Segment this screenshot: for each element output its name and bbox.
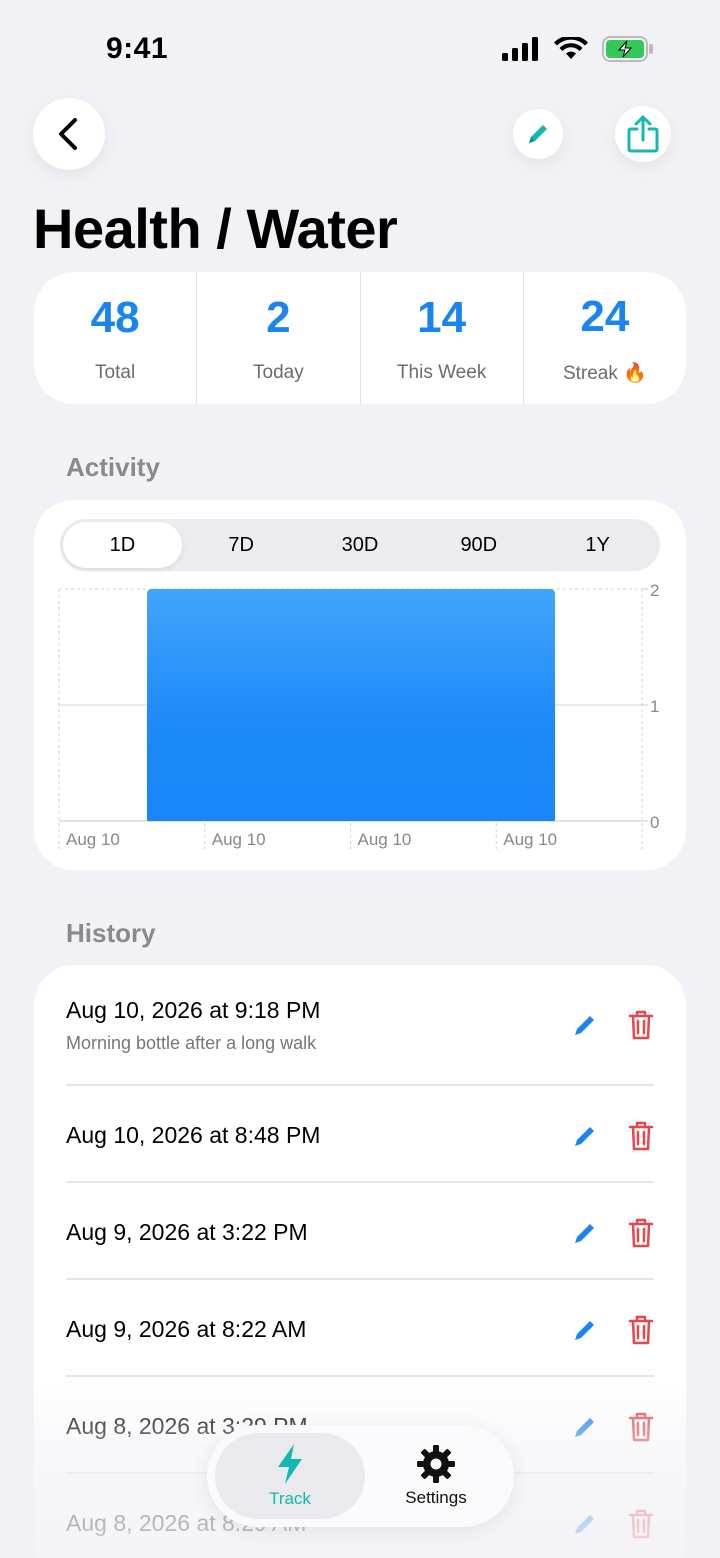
status-time: 9:41 [106,32,169,65]
history-section-title: History [66,918,156,948]
edit-entry-icon[interactable] [572,1317,598,1343]
chart-bar [147,589,555,821]
entry-actions [572,1412,654,1442]
stat-value: 14 [417,293,467,342]
y-tick-label: 1 [650,697,659,716]
pencil-icon [529,125,547,143]
delete-entry-icon[interactable] [628,1412,654,1442]
stat-today: 2 Today [197,272,361,404]
tab-settings[interactable]: Settings [365,1433,507,1519]
entry-note: Morning bottle after a long walk [66,1033,317,1053]
list-item[interactable]: Aug 9, 2026 at 3:22 PM [66,1183,654,1280]
tab-track[interactable]: Track [215,1433,365,1519]
stat-label: Streak 🔥 [562,363,647,384]
x-tick-label: Aug 10 [66,830,120,849]
stat-label: Today [253,362,304,383]
entry-actions [572,1218,654,1248]
stat-value: 2 [266,293,291,342]
x-tick-label: Aug 10 [503,830,557,849]
wifi-icon [554,37,588,59]
stat-total: 48 Total [34,272,198,404]
entry-actions [572,1509,654,1539]
stat-streak: 24 Streak 🔥 [524,272,686,404]
activity-card: 1D 7D 30D 90D 1Y 0 1 2 Aug 10 Aug 10 Aug 10 Au… [34,500,686,870]
edit-entry-icon[interactable] [572,1511,598,1537]
y-tick-label: 2 [650,581,659,600]
tab-track-label: Track [269,1489,311,1508]
list-item[interactable]: Aug 10, 2026 at 9:18 PM Morning bottle a… [66,965,654,1086]
chevron-left-icon [59,118,77,150]
activity-chart: 0 1 2 Aug 10 Aug 10 Aug 10 Aug 10 [58,581,659,849]
delete-entry-icon[interactable] [628,1315,654,1345]
entry-date: Aug 10, 2026 at 8:48 PM [66,1122,321,1148]
page-title: Health / Water [33,197,398,260]
status-bar: 9:41 [0,0,720,100]
tab-settings-label: Settings [405,1488,467,1507]
edit-entry-icon[interactable] [572,1220,598,1246]
bolt-icon [278,1444,302,1484]
back-button[interactable] [33,98,105,170]
y-tick-label: 0 [650,813,659,832]
stat-label: This Week [396,362,487,383]
stats-card: 48 Total 2 Today 14 This Week 24 Streak … [34,272,686,404]
entry-date: Aug 9, 2026 at 8:22 AM [66,1316,307,1342]
share-button[interactable] [615,106,671,162]
status-icons [502,36,654,62]
x-tick-label: Aug 10 [358,830,412,849]
edit-entry-icon[interactable] [572,1414,598,1440]
gear-icon [417,1445,455,1483]
list-item[interactable]: Aug 10, 2026 at 8:48 PM [66,1086,654,1183]
share-icon [627,115,659,153]
entry-actions [572,1315,654,1345]
x-tick-label: Aug 10 [212,830,266,849]
stat-value: 24 [580,292,630,341]
delete-entry-icon[interactable] [628,1010,654,1040]
delete-entry-icon[interactable] [628,1218,654,1248]
battery-icon [602,36,653,62]
delete-entry-icon[interactable] [628,1509,654,1539]
entry-actions [572,1121,654,1151]
edit-entry-icon[interactable] [572,1012,598,1038]
delete-entry-icon[interactable] [628,1121,654,1151]
edit-button[interactable] [513,109,563,159]
stat-value: 48 [90,293,140,342]
entry-date: Aug 9, 2026 at 3:22 PM [66,1219,308,1245]
entry-date: Aug 10, 2026 at 9:18 PM [66,997,321,1023]
edit-entry-icon[interactable] [572,1123,598,1149]
stat-this-week: 14 This Week [361,272,524,404]
activity-section-title: Activity [66,452,160,482]
signal-icon [502,37,538,61]
list-item[interactable]: Aug 9, 2026 at 8:22 AM [66,1280,654,1377]
entry-actions [572,1010,654,1040]
tab-bar: Track Settings [207,1425,514,1527]
stat-label: Total [95,362,136,383]
